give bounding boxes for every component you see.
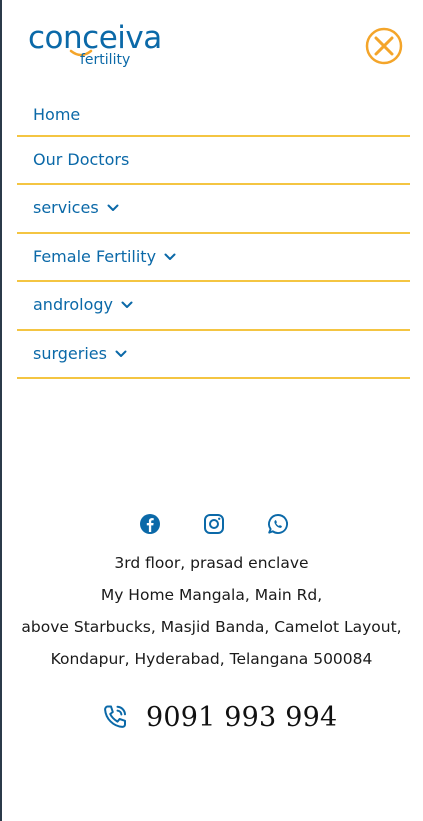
mobile-nav-menu: Home Our Doctors services Female Fertili… <box>17 95 410 379</box>
facebook-link[interactable] <box>138 512 162 538</box>
nav-item-female-fertility[interactable]: Female Fertility <box>17 234 410 282</box>
instagram-icon <box>204 514 224 534</box>
chevron-down-icon[interactable] <box>107 204 119 212</box>
whatsapp-icon <box>268 514 289 534</box>
address-line: My Home Mangala, Main Rd, <box>100 586 323 604</box>
nav-item-label: Female Fertility <box>33 246 157 266</box>
address-line: above Starbucks, Masjid Banda, Camelot L… <box>21 618 402 636</box>
phone-contact[interactable]: 9091 993 994 <box>0 698 423 738</box>
chevron-down-icon[interactable] <box>115 350 127 358</box>
whatsapp-link[interactable] <box>266 512 290 538</box>
instagram-link[interactable] <box>202 512 226 538</box>
phone-number[interactable]: 9091 993 994 <box>146 698 337 738</box>
logo-subtitle: fertility <box>80 52 131 68</box>
clinic-address: 3rd floor, prasad enclave My Home Mangal… <box>0 548 423 676</box>
address-line: 3rd floor, prasad enclave <box>114 554 309 572</box>
nav-item-label: Home <box>33 104 81 124</box>
nav-item-label: andrology <box>33 295 113 315</box>
nav-item-surgeries[interactable]: surgeries <box>17 331 410 379</box>
close-icon <box>365 27 403 65</box>
facebook-icon <box>140 514 160 534</box>
address-line: Kondapur, Hyderabad, Telangana 500084 <box>50 650 373 668</box>
phone-icon <box>104 705 126 728</box>
nav-item-andrology[interactable]: andrology <box>17 282 410 331</box>
nav-item-our-doctors[interactable]: Our Doctors <box>17 137 410 185</box>
nav-item-label: Our Doctors <box>33 149 130 169</box>
nav-item-home[interactable]: Home <box>17 95 410 137</box>
nav-item-label: surgeries <box>33 343 107 363</box>
chevron-down-icon[interactable] <box>164 253 176 261</box>
conceiva-logo[interactable]: conceiva fertility <box>28 20 188 72</box>
nav-item-services[interactable]: services <box>17 185 410 234</box>
chevron-down-icon[interactable] <box>121 301 133 309</box>
social-links <box>0 512 423 538</box>
header: conceiva fertility <box>0 0 423 95</box>
nav-item-label: services <box>33 198 99 218</box>
close-menu-button[interactable] <box>365 27 403 65</box>
